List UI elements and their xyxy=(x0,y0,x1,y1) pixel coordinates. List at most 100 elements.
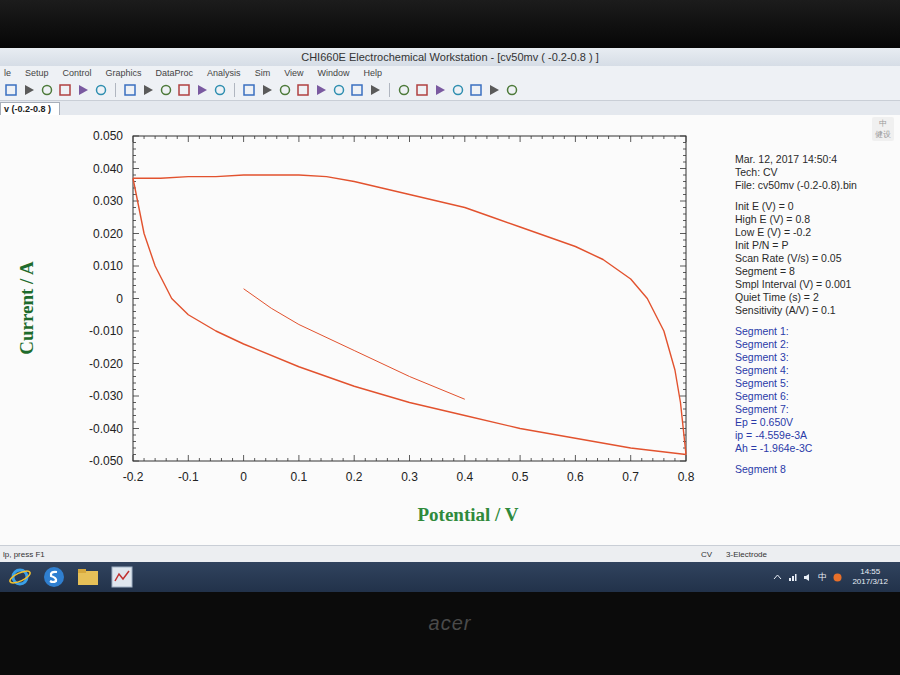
info-params: Init E (V) = 0High E (V) = 0.8Low E (V) … xyxy=(735,200,896,317)
redo-icon[interactable] xyxy=(195,83,209,97)
grid-icon[interactable] xyxy=(487,83,501,97)
info-line: File: cv50mv (-0.2-0.8).bin xyxy=(735,179,896,192)
sogou-input-icon[interactable] xyxy=(833,573,842,582)
info-segments: Segment 1:Segment 2:Segment 3:Segment 4:… xyxy=(735,325,896,455)
color-icon[interactable] xyxy=(350,83,364,97)
segment-line: Segment 7: xyxy=(735,403,896,416)
menu-bar: le Setup Control Graphics DataProc Analysis Si… xyxy=(0,66,900,80)
x-tick: 0.1 xyxy=(291,470,308,484)
param-line: Init E (V) = 0 xyxy=(735,200,896,213)
x-tick: 0.2 xyxy=(346,470,363,484)
internet-explorer-icon[interactable] xyxy=(8,565,32,589)
menu-item[interactable]: Sim xyxy=(255,68,271,78)
y-tick: -0.050 xyxy=(89,454,123,468)
stop-icon[interactable] xyxy=(159,83,173,97)
info-header: Mar. 12, 2017 14:50:4Tech: CVFile: cv50m… xyxy=(735,153,896,192)
x-axis-title: Potential / V xyxy=(53,500,703,528)
plot-frame xyxy=(133,136,686,461)
param-icon[interactable] xyxy=(242,83,256,97)
peak-line: ip = -4.559e-3A xyxy=(735,429,896,442)
menu-item[interactable]: le xyxy=(4,68,11,78)
status-mode: 3-Electrode xyxy=(726,550,767,559)
info-line: Tech: CV xyxy=(735,166,896,179)
param-line: Segment = 8 xyxy=(735,265,896,278)
menu-item[interactable]: View xyxy=(284,68,303,78)
fp-icon[interactable] xyxy=(397,83,411,97)
save-icon[interactable] xyxy=(22,83,36,97)
status-hint: lp, press F1 xyxy=(3,550,701,559)
toolbar-separator xyxy=(115,83,116,97)
info-panel: Mar. 12, 2017 14:50:4Tech: CVFile: cv50m… xyxy=(703,115,900,545)
segment-line: Segment 8 xyxy=(735,463,896,476)
status-bar: lp, press F1CV3-Electrode xyxy=(0,545,900,562)
segment-line: Segment 5: xyxy=(735,377,896,390)
x-tick: 0.4 xyxy=(456,470,473,484)
menu-item[interactable]: Setup xyxy=(25,68,49,78)
y-tick: 0.050 xyxy=(93,129,123,143)
book-icon[interactable] xyxy=(415,83,429,97)
y-axis-title-column: Current / A xyxy=(0,115,53,500)
cv-curve xyxy=(133,178,686,454)
segment-line: Segment 4: xyxy=(735,364,896,377)
ime-widget[interactable]: 中健设 xyxy=(872,117,894,141)
sogou-browser-icon[interactable] xyxy=(42,565,66,589)
chevron-icon[interactable] xyxy=(773,573,782,582)
segment-line: Segment 6: xyxy=(735,390,896,403)
peak-icon[interactable] xyxy=(314,83,328,97)
param-line: Smpl Interval (V) = 0.001 xyxy=(735,278,896,291)
param-line: Low E (V) = -0.2 xyxy=(735,226,896,239)
run-icon[interactable] xyxy=(177,83,191,97)
sim-icon[interactable] xyxy=(469,83,483,97)
plot-window: Current / A0.0500.0400.0300.0200.0100-0.… xyxy=(0,115,900,545)
document-tab[interactable]: v (-0.2-0.8 ) xyxy=(0,102,60,115)
bottom-bezel: acer xyxy=(0,592,900,675)
folder-icon[interactable] xyxy=(76,565,100,589)
input-method[interactable]: 中 xyxy=(818,571,827,584)
chi-app-icon[interactable] xyxy=(110,565,134,589)
pause-icon[interactable] xyxy=(141,83,155,97)
y-tick: 0.030 xyxy=(93,194,123,208)
menu-item[interactable]: DataProc xyxy=(156,68,194,78)
bars-icon[interactable] xyxy=(368,83,382,97)
brand-logo: acer xyxy=(429,612,472,675)
volume-icon[interactable] xyxy=(803,573,812,582)
file-icon[interactable] xyxy=(4,83,18,97)
y-tick: -0.010 xyxy=(89,324,123,338)
text-icon[interactable] xyxy=(76,83,90,97)
view-icon[interactable] xyxy=(296,83,310,97)
print-icon[interactable] xyxy=(40,83,54,97)
x-tick: 0 xyxy=(240,470,247,484)
menu-item[interactable]: Analysis xyxy=(207,68,241,78)
clock[interactable]: 14:552017/3/12 xyxy=(852,567,888,587)
y-tick: 0.010 xyxy=(93,259,123,273)
help-icon[interactable] xyxy=(58,83,72,97)
param-line: Scan Rate (V/s) = 0.05 xyxy=(735,252,896,265)
ime-label: 健设 xyxy=(875,129,891,140)
chart-column: 0.0500.0400.0300.0200.0100-0.010-0.020-0… xyxy=(53,115,703,545)
menu-item[interactable]: Control xyxy=(63,68,92,78)
zoom-icon[interactable] xyxy=(278,83,292,97)
menu-item[interactable]: Graphics xyxy=(106,68,142,78)
top-bezel xyxy=(0,0,900,48)
info-line: Mar. 12, 2017 14:50:4 xyxy=(735,153,896,166)
x-tick: 0.8 xyxy=(678,470,695,484)
x-tick: 0.5 xyxy=(512,470,529,484)
menu-item[interactable]: Help xyxy=(364,68,383,78)
tile-icon[interactable] xyxy=(94,83,108,97)
cv-chart: 0.0500.0400.0300.0200.0100-0.010-0.020-0… xyxy=(53,115,703,500)
scan-icon[interactable] xyxy=(451,83,465,97)
list-icon[interactable] xyxy=(213,83,227,97)
y-tick: -0.040 xyxy=(89,422,123,436)
toolbar-separator xyxy=(234,83,235,97)
play-icon[interactable] xyxy=(123,83,137,97)
title-bar: CHI660E Electrochemical Workstation - [c… xyxy=(0,48,900,66)
curve-icon[interactable] xyxy=(433,83,447,97)
graph-icon[interactable] xyxy=(260,83,274,97)
laptop-screen: CHI660E Electrochemical Workstation - [c… xyxy=(0,0,900,675)
wave-icon[interactable] xyxy=(332,83,346,97)
peak-line: Ah = -1.964e-3C xyxy=(735,442,896,455)
menu-item[interactable]: Window xyxy=(317,68,349,78)
what-icon[interactable] xyxy=(505,83,519,97)
network-icon[interactable] xyxy=(788,573,797,582)
cv-curve xyxy=(244,289,465,400)
